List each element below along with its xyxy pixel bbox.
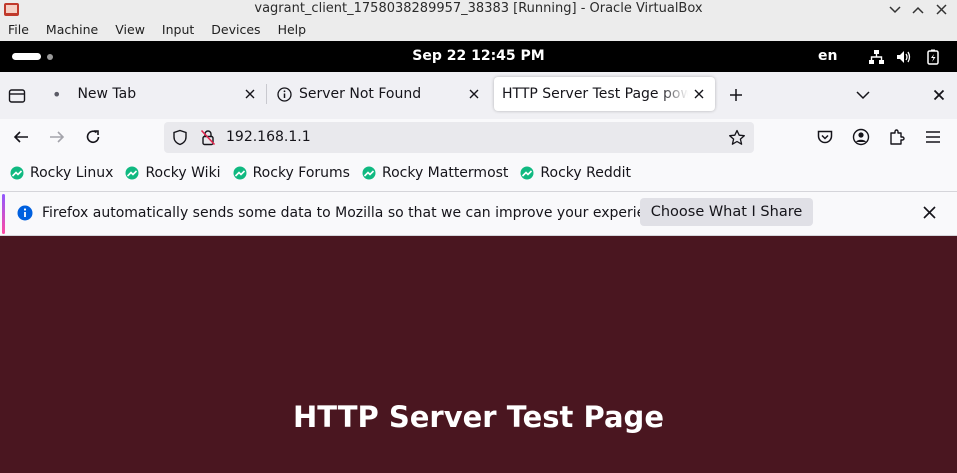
close-icon[interactable]	[467, 87, 481, 101]
battery-icon[interactable]	[925, 49, 941, 65]
page-heading: HTTP Server Test Page	[293, 400, 664, 434]
list-all-tabs-icon[interactable]	[855, 89, 871, 101]
bookmark-star-icon[interactable]	[728, 129, 746, 146]
url-bar[interactable]: 192.168.1.1	[164, 122, 754, 153]
url-text[interactable]: 192.168.1.1	[226, 129, 311, 145]
rocky-linux-icon	[520, 166, 534, 180]
menu-input[interactable]: Input	[162, 19, 194, 41]
firefox-view-icon[interactable]	[8, 87, 26, 105]
virtualbox-titlebar: vagrant_client_1758038289957_38383 [Runn…	[0, 0, 957, 19]
bookmark-rocky-forums[interactable]: Rocky Forums	[233, 165, 350, 181]
notification-text: Firefox automatically sends some data to…	[42, 205, 675, 221]
bookmark-rocky-linux[interactable]: Rocky Linux	[10, 165, 113, 181]
keyboard-layout[interactable]: en	[818, 48, 837, 64]
clock[interactable]: Sep 22 12:45 PM	[0, 48, 957, 64]
close-window-icon[interactable]	[931, 1, 951, 18]
minimize-icon[interactable]	[885, 1, 905, 18]
close-browser-icon[interactable]	[933, 89, 945, 101]
tab-server-not-found[interactable]: Server Not Found	[267, 77, 490, 111]
network-icon[interactable]	[868, 49, 884, 65]
bookmark-rocky-wiki[interactable]: Rocky Wiki	[125, 165, 221, 181]
account-icon[interactable]	[852, 128, 870, 146]
tracking-protection-shield-icon[interactable]	[172, 129, 188, 146]
bookmark-label: Rocky Reddit	[540, 165, 631, 181]
menu-file[interactable]: File	[8, 19, 29, 41]
new-tab-plus-icon[interactable]	[728, 87, 744, 103]
pocket-icon[interactable]	[816, 128, 834, 146]
data-collection-notification: Firefox automatically sends some data to…	[0, 191, 957, 236]
info-icon	[17, 205, 33, 221]
menu-devices[interactable]: Devices	[211, 19, 260, 41]
gnome-top-bar: Sep 22 12:45 PM en	[0, 41, 957, 72]
close-icon[interactable]	[692, 87, 706, 101]
bookmark-label: Rocky Forums	[252, 165, 350, 181]
tab-http-server-test-page[interactable]: HTTP Server Test Page powe	[494, 77, 715, 111]
menu-view[interactable]: View	[115, 19, 145, 41]
close-notification-icon[interactable]	[922, 205, 937, 220]
tab-new-tab[interactable]: • New Tab	[40, 77, 265, 111]
tab-strip: • New Tab Server Not Found HTTP Server T…	[0, 72, 957, 119]
insecure-lock-icon[interactable]	[200, 129, 216, 146]
page-content: HTTP Server Test Page	[0, 236, 957, 473]
choose-what-i-share-button[interactable]: Choose What I Share	[640, 198, 813, 226]
menu-hamburger-icon[interactable]	[924, 128, 942, 146]
tab-label: Server Not Found	[299, 86, 422, 102]
extensions-puzzle-icon[interactable]	[888, 128, 906, 146]
rocky-linux-icon	[10, 166, 24, 180]
window-title: vagrant_client_1758038289957_38383 [Runn…	[254, 1, 703, 16]
close-icon[interactable]	[243, 87, 257, 101]
volume-icon[interactable]	[896, 49, 912, 65]
virtualbox-menubar: File Machine View Input Devices Help	[0, 19, 957, 41]
menu-help[interactable]: Help	[278, 19, 307, 41]
tab-dot-icon: •	[52, 84, 62, 104]
bookmark-label: Rocky Linux	[30, 165, 114, 181]
rocky-linux-icon	[362, 166, 376, 180]
maximize-icon[interactable]	[908, 1, 928, 18]
tab-label: New Tab	[77, 86, 137, 102]
bookmark-rocky-reddit[interactable]: Rocky Reddit	[520, 165, 631, 181]
menu-machine[interactable]: Machine	[46, 19, 98, 41]
tab-label: HTTP Server Test Page powe	[502, 86, 688, 102]
info-icon	[277, 86, 292, 102]
notification-accent	[2, 194, 5, 234]
bookmarks-toolbar: Rocky Linux Rocky Wiki Rocky Forums Rock…	[0, 155, 957, 191]
rocky-linux-icon	[125, 166, 139, 180]
back-arrow-icon[interactable]	[12, 128, 30, 146]
bookmark-rocky-mattermost[interactable]: Rocky Mattermost	[362, 165, 508, 181]
rocky-linux-icon	[233, 166, 247, 180]
navigation-toolbar: 192.168.1.1	[0, 119, 957, 155]
bookmark-label: Rocky Mattermost	[381, 165, 509, 181]
forward-arrow-icon[interactable]	[48, 128, 66, 146]
bookmark-label: Rocky Wiki	[145, 165, 221, 181]
reload-icon[interactable]	[84, 128, 102, 146]
